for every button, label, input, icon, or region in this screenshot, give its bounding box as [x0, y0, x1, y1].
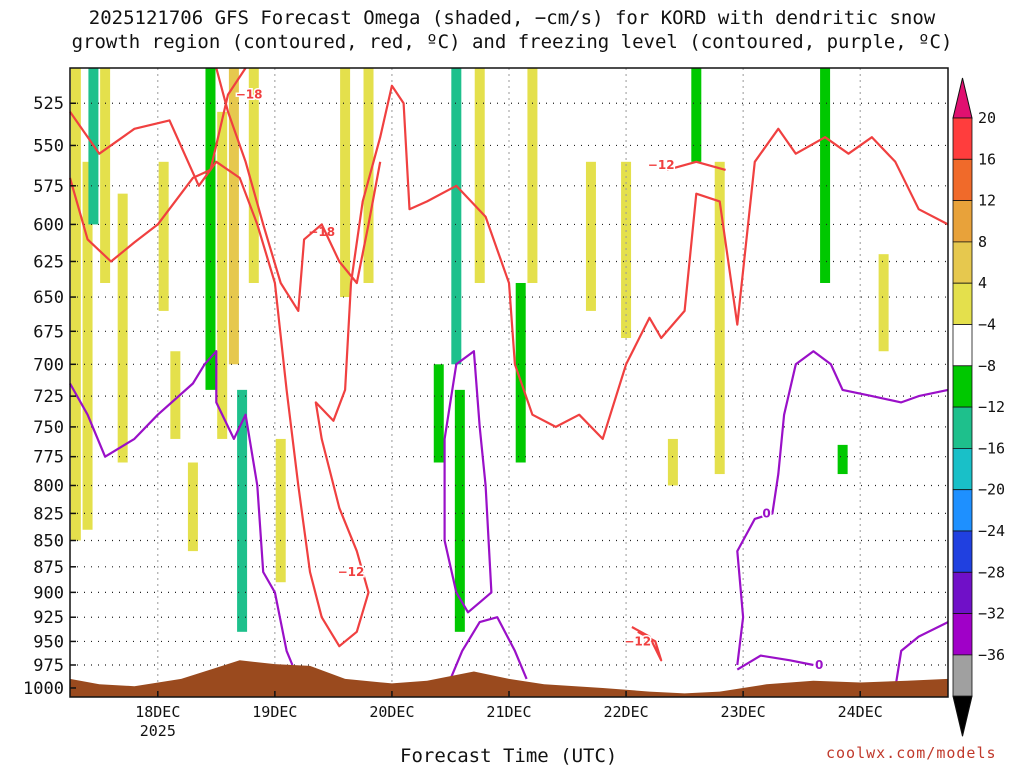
colorbar-label-2: 12 [978, 192, 996, 210]
shade-column-13 [275, 438, 286, 583]
y-tick-label-725: 725 [33, 387, 64, 407]
shade-column-10 [228, 68, 239, 365]
colorbar-label-12: −32 [978, 605, 1005, 623]
y-tick-label-950: 950 [33, 632, 64, 652]
colorbar-label-7: −12 [978, 398, 1005, 416]
y-tick-label-975: 975 [33, 656, 64, 676]
colorbar-bottom-arrow [952, 695, 973, 737]
shade-column-4 [117, 193, 128, 463]
colorbar-label-1: 16 [978, 150, 996, 168]
y-tick-label-925: 925 [33, 608, 64, 628]
colorbar-label-10: −24 [978, 522, 1005, 540]
shade-column-5 [158, 161, 169, 311]
colorbar-label-3: 8 [978, 233, 987, 251]
colorbar-label-6: −8 [978, 357, 996, 375]
shade-column-19 [474, 68, 485, 283]
credit-link[interactable]: coolwx.com/models [826, 744, 997, 762]
shade-column-17 [451, 68, 462, 365]
colorbar-swatch-10 [952, 530, 973, 573]
y-tick-label-650: 650 [33, 288, 64, 308]
colorbar-swatch-9 [952, 489, 973, 532]
colorbar-label-9: −20 [978, 481, 1005, 499]
omega-shading-layer [70, 68, 889, 632]
y-tick-label-750: 750 [33, 418, 64, 438]
colorbar-swatch-0 [952, 117, 973, 160]
contour-freeze_0_a [69, 350, 294, 666]
shade-column-29 [878, 254, 889, 352]
x-tick-label-3: 21DEC [486, 703, 531, 721]
contour-label-dgz_minus12_c: −12 [648, 158, 675, 172]
y-tick-label-825: 825 [33, 504, 64, 524]
colorbar-swatch-7 [952, 406, 973, 449]
shade-column-16 [433, 364, 444, 463]
shade-column-15 [363, 68, 374, 283]
shade-column-27 [820, 68, 831, 283]
contour-freeze_0_d [736, 654, 814, 671]
y-tick-label-850: 850 [33, 531, 64, 551]
colorbar-label-13: −36 [978, 646, 1005, 664]
y-tick-label-675: 675 [33, 322, 64, 342]
colorbar-label-8: −16 [978, 439, 1005, 457]
x-tick-label-0: 18DEC [135, 703, 180, 721]
contour-label-freeze_0_c: 0 [762, 506, 770, 520]
chart-plot: −12−18−18−12−1200 5255505756006256506757… [23, 67, 1005, 740]
colorbar: 20 16 12 8 4 −4 −8 −12 −16 −20 −24 −28 −32 −36 [952, 77, 1005, 737]
colorbar-swatch-11 [952, 571, 973, 614]
y-tick-label-875: 875 [33, 558, 64, 578]
colorbar-label-0: 20 [978, 109, 996, 127]
colorbar-swatch-12 [952, 613, 973, 656]
y-tick-label-550: 550 [33, 136, 64, 156]
x-tick-sublabel-0: 2025 [140, 722, 176, 740]
x-tick-label-5: 23DEC [721, 703, 766, 721]
x-tick-label-4: 22DEC [603, 703, 648, 721]
y-tick-label-800: 800 [33, 476, 64, 496]
colorbar-swatch-2 [952, 200, 973, 243]
grid-layer [70, 68, 948, 697]
shade-column-24 [667, 438, 678, 486]
shade-column-9 [217, 111, 228, 439]
x-tick-label-2: 20DEC [369, 703, 414, 721]
colorbar-swatch-13 [952, 654, 973, 697]
contour-label-dgz_minus12_d: −12 [624, 634, 651, 648]
contour-label-freeze_0_d: 0 [815, 658, 823, 672]
shade-column-8 [205, 68, 216, 390]
shade-column-7 [187, 462, 198, 552]
contour-label-dgz_minus18_b: −18 [236, 88, 263, 102]
shade-column-18 [454, 389, 465, 632]
shade-column-0 [70, 68, 81, 541]
y-tick-label-625: 625 [33, 252, 64, 272]
colorbar-swatch-1 [952, 158, 973, 202]
shade-column-25 [691, 68, 702, 162]
shade-column-3 [100, 68, 111, 283]
contour-freeze_0_b [443, 350, 493, 614]
colorbar-label-5: −4 [978, 316, 996, 334]
y-tick-label-600: 600 [33, 215, 64, 235]
colorbar-swatch-3 [952, 241, 973, 284]
y-tick-label-575: 575 [33, 177, 64, 197]
colorbar-swatch-8 [952, 447, 973, 491]
contour-label-dgz_minus12_a: −12 [338, 565, 365, 579]
contour-freeze_0_e [894, 621, 949, 689]
contour-dgz_minus18_b [215, 67, 382, 312]
colorbar-top-arrow [952, 77, 973, 119]
x-axis-title: Forecast Time (UTC) [400, 745, 618, 767]
shade-column-11 [237, 389, 248, 632]
colorbar-label-4: 4 [978, 274, 987, 292]
colorbar-swatch-4 [952, 282, 973, 325]
y-tick-label-900: 900 [33, 583, 64, 603]
x-tick-label-6: 24DEC [838, 703, 883, 721]
y-tick-label-1000: 1000 [23, 679, 64, 699]
y-tick-label-700: 700 [33, 355, 64, 375]
colorbar-swatch-5 [952, 324, 973, 367]
shade-column-21 [527, 68, 538, 283]
y-tick-label-525: 525 [33, 94, 64, 114]
contour-dgz_minus12_a [69, 84, 949, 648]
shade-column-22 [585, 161, 596, 311]
contour-layer: −12−18−18−12−1200 [68, 67, 949, 689]
colorbar-label-11: −28 [978, 563, 1005, 581]
x-tick-label-1: 19DEC [252, 703, 297, 721]
y-tick-label-775: 775 [33, 448, 64, 468]
colorbar-swatch-6 [952, 365, 973, 408]
shade-column-28 [837, 444, 848, 475]
